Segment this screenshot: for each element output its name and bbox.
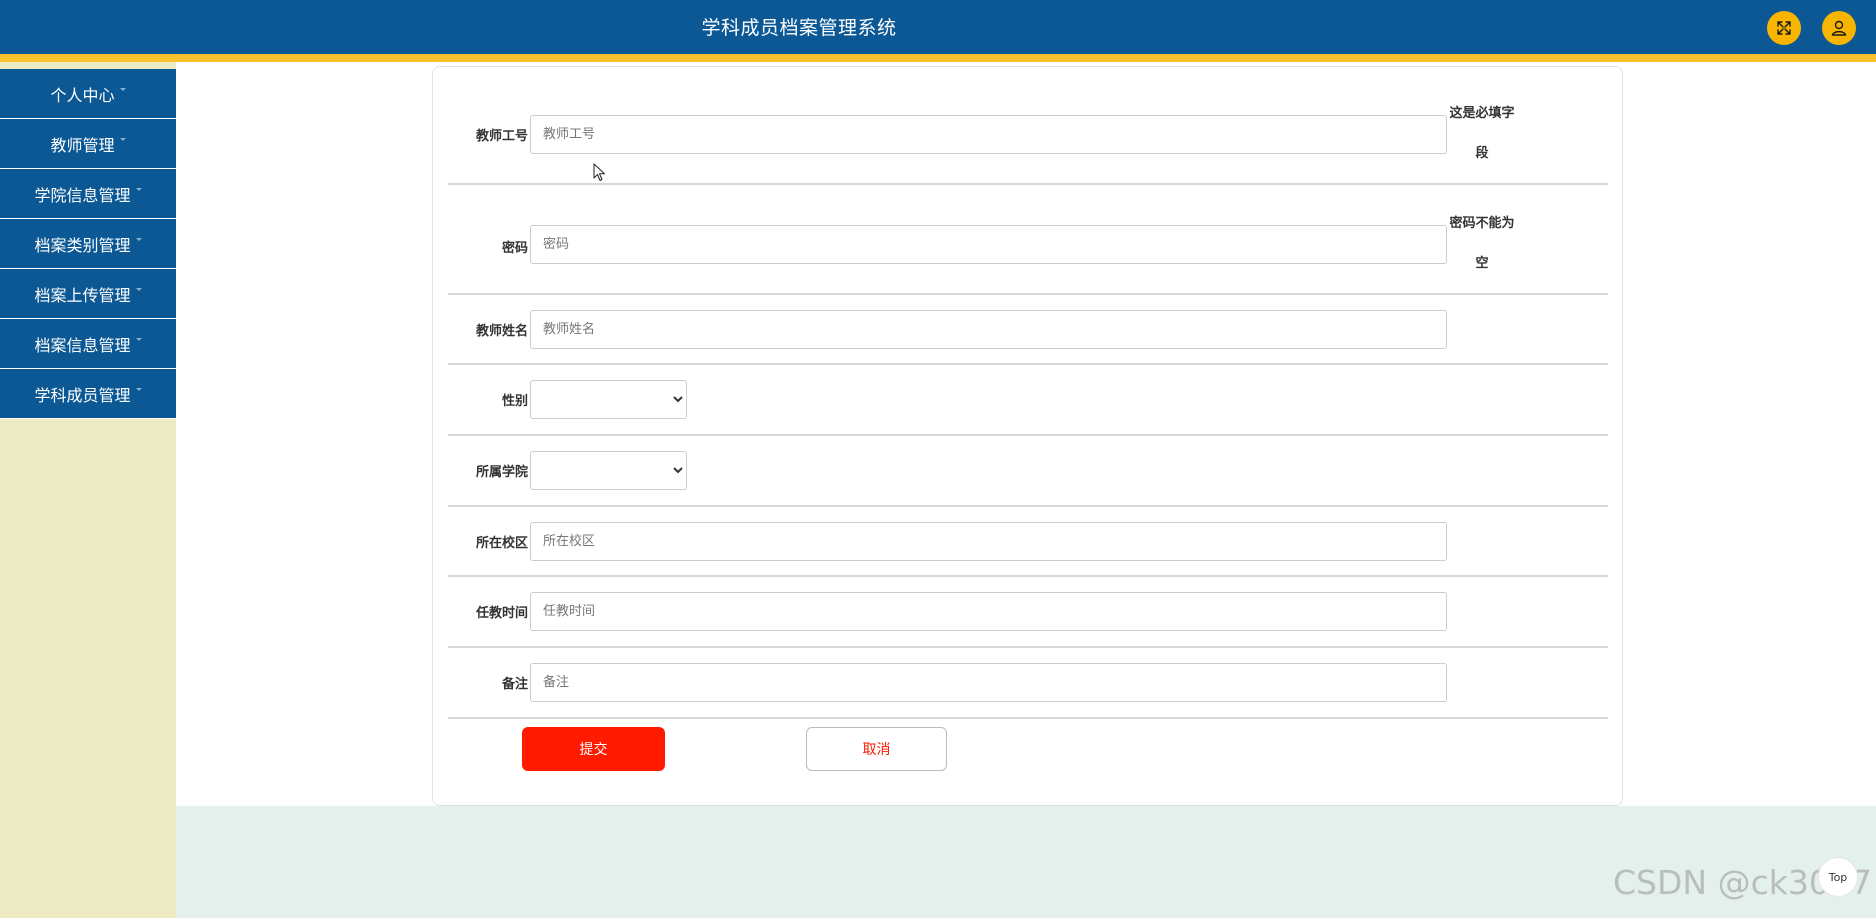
sidebar-item-archive-upload-management[interactable]: 档案上传管理 [0, 269, 176, 319]
gender-select[interactable] [530, 380, 687, 419]
form-row-campus: 所在校区 [448, 507, 1608, 577]
sidebar-item-college-info-management[interactable]: 学院信息管理 [0, 169, 176, 219]
form-row-college: 所属学院 [448, 436, 1608, 507]
sidebar-item-discipline-member-management[interactable]: 学科成员管理 [0, 369, 176, 419]
back-to-top-button[interactable]: Top [1818, 857, 1858, 897]
form-row-teacher-name: 教师姓名 [448, 295, 1608, 365]
caret-down-icon [135, 238, 142, 241]
teacher-id-label: 教师工号 [475, 129, 528, 144]
sidebar-item-label: 档案类别管理 [34, 235, 131, 255]
password-label: 密码 [501, 241, 528, 256]
caret-down-icon [135, 188, 142, 191]
teacher-id-required-hint: 这是必填字段 [1449, 106, 1515, 161]
sidebar-item-label: 学科成员管理 [34, 385, 131, 405]
fullscreen-icon [1777, 21, 1791, 35]
campus-label: 所在校区 [475, 536, 528, 551]
sidebar-item-label: 个人中心 [50, 85, 115, 105]
password-input[interactable] [530, 225, 1447, 264]
form-row-teaching-time: 任教时间 [448, 577, 1608, 648]
form-row-teacher-id: 教师工号 这是必填字段 [448, 67, 1608, 185]
caret-down-icon [135, 388, 142, 391]
campus-input[interactable] [530, 522, 1447, 561]
remarks-label: 备注 [501, 677, 528, 692]
sidebar-item-teacher-management[interactable]: 教师管理 [0, 119, 176, 169]
form-row-password: 密码 密码不能为空 [448, 185, 1608, 295]
college-label: 所属学院 [475, 465, 528, 480]
teaching-time-input[interactable] [530, 592, 1447, 631]
user-icon [1831, 20, 1847, 36]
sidebar-item-personal-center[interactable]: 个人中心 [0, 69, 176, 119]
submit-button[interactable]: 提交 [522, 727, 665, 771]
teacher-form-card: 教师工号 这是必填字段 密码 密码不能为空 教师姓名 性别 所属学院 所在校区 … [432, 66, 1623, 806]
sidebar-item-label: 档案信息管理 [34, 335, 131, 355]
caret-down-icon [119, 138, 126, 141]
teaching-time-label: 任教时间 [475, 606, 528, 621]
fullscreen-button[interactable] [1767, 11, 1801, 45]
teacher-name-label: 教师姓名 [475, 324, 528, 339]
app-title: 学科成员档案管理系统 [701, 17, 897, 39]
sidebar-item-archive-category-management[interactable]: 档案类别管理 [0, 219, 176, 269]
sidebar-item-label: 教师管理 [50, 135, 115, 155]
cancel-button[interactable]: 取消 [806, 727, 947, 771]
sidebar-item-archive-info-management[interactable]: 档案信息管理 [0, 319, 176, 369]
remarks-input[interactable] [530, 663, 1447, 702]
mouse-cursor-icon [593, 163, 605, 181]
college-select[interactable] [530, 451, 687, 490]
header-accent-strip [0, 54, 1876, 62]
user-button[interactable] [1822, 11, 1856, 45]
password-required-hint: 密码不能为空 [1449, 216, 1515, 271]
caret-down-icon [135, 338, 142, 341]
caret-down-icon [119, 88, 126, 91]
sidebar-item-label: 学院信息管理 [34, 185, 131, 205]
gender-label: 性别 [501, 394, 528, 409]
top-bar: 学科成员档案管理系统 [0, 0, 1876, 62]
teacher-name-input[interactable] [530, 310, 1447, 349]
form-row-gender: 性别 [448, 365, 1608, 436]
sidebar-item-label: 档案上传管理 [34, 285, 131, 305]
sidebar: 个人中心 教师管理 学院信息管理 档案类别管理 档案上传管理 档案信息管理 学科… [0, 62, 176, 918]
form-row-remarks: 备注 [448, 648, 1608, 719]
caret-down-icon [135, 288, 142, 291]
teacher-id-input[interactable] [530, 115, 1447, 154]
